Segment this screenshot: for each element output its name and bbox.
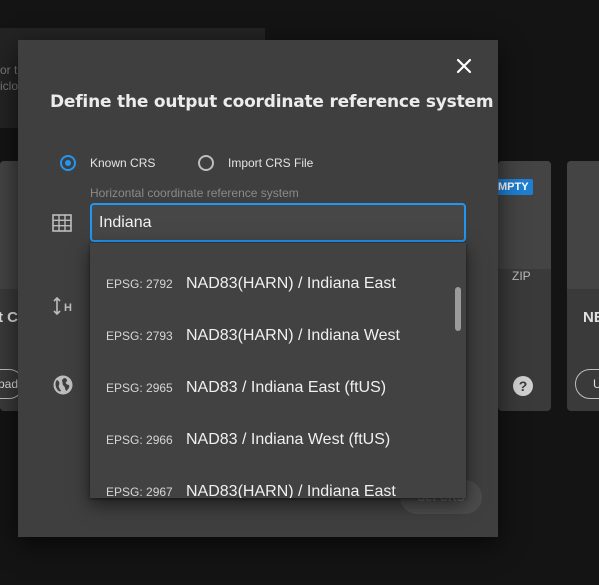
background-card-right-label: NE: [583, 309, 599, 326]
grid-icon: [52, 214, 72, 237]
dropdown-scrollbar[interactable]: [455, 287, 461, 331]
crs-option-code: EPSG: 2965: [106, 381, 173, 395]
crs-option-name: NAD83(HARN) / Indiana East: [186, 483, 396, 498]
background-card-middle: MPTY ZIP ?: [498, 161, 551, 411]
crs-option[interactable]: EPSG: 2792 NAD83(HARN) / Indiana East: [90, 258, 452, 310]
height-icon: H: [52, 296, 74, 321]
crs-dropdown[interactable]: EPSG: 2792 NAD83(HARN) / Indiana East EP…: [90, 243, 466, 498]
globe-icon: [52, 374, 74, 401]
crs-option[interactable]: EPSG: 2966 NAD83 / Indiana West (ftUS): [90, 414, 452, 466]
crs-option[interactable]: EPSG: 2793 NAD83(HARN) / Indiana West: [90, 310, 452, 362]
crs-option-name: NAD83(HARN) / Indiana East: [186, 275, 396, 292]
crs-search-input[interactable]: [90, 203, 466, 242]
crs-option-name: NAD83 / Indiana East (ftUS): [186, 379, 387, 396]
crs-option-name: NAD83(HARN) / Indiana West: [186, 327, 400, 344]
crs-option[interactable]: EPSG: 2965 NAD83 / Indiana East (ftUS): [90, 362, 452, 414]
radio-checked-indicator: [60, 155, 76, 171]
radio-known-crs[interactable]: Known CRS: [60, 152, 155, 174]
zip-label: ZIP: [512, 269, 531, 283]
background-card-right-button-label: U: [593, 377, 599, 391]
crs-option[interactable]: EPSG: 2967 NAD83(HARN) / Indiana East: [90, 466, 452, 498]
empty-badge: MPTY: [498, 179, 533, 195]
dialog-title: Define the output coordinate reference s…: [50, 92, 494, 112]
background-card-right: NE U: [567, 161, 599, 411]
radio-unchecked-indicator: [198, 155, 214, 171]
crs-option-name: NAD83 / Indiana West (ftUS): [186, 431, 391, 448]
crs-option-code: EPSG: 2792: [106, 277, 173, 291]
background-card-left-button-label: pad: [0, 377, 19, 391]
crs-option-code: EPSG: 2966: [106, 433, 173, 447]
background-text-2: iclo: [0, 79, 18, 93]
radio-import-crs-file[interactable]: Import CRS File: [198, 152, 313, 174]
radio-known-crs-label: Known CRS: [90, 156, 156, 170]
crs-option-code: EPSG: 2967: [106, 485, 173, 498]
crs-option-code: EPSG: 2793: [106, 329, 173, 343]
close-icon[interactable]: [454, 56, 474, 76]
horizontal-crs-label: Horizontal coordinate reference system: [90, 186, 299, 200]
radio-import-crs-file-label: Import CRS File: [228, 156, 314, 170]
svg-text:H: H: [64, 302, 72, 314]
background-card-left-label: t C: [0, 309, 18, 326]
background-text-1: or t: [0, 63, 18, 77]
help-icon[interactable]: ?: [513, 376, 533, 396]
